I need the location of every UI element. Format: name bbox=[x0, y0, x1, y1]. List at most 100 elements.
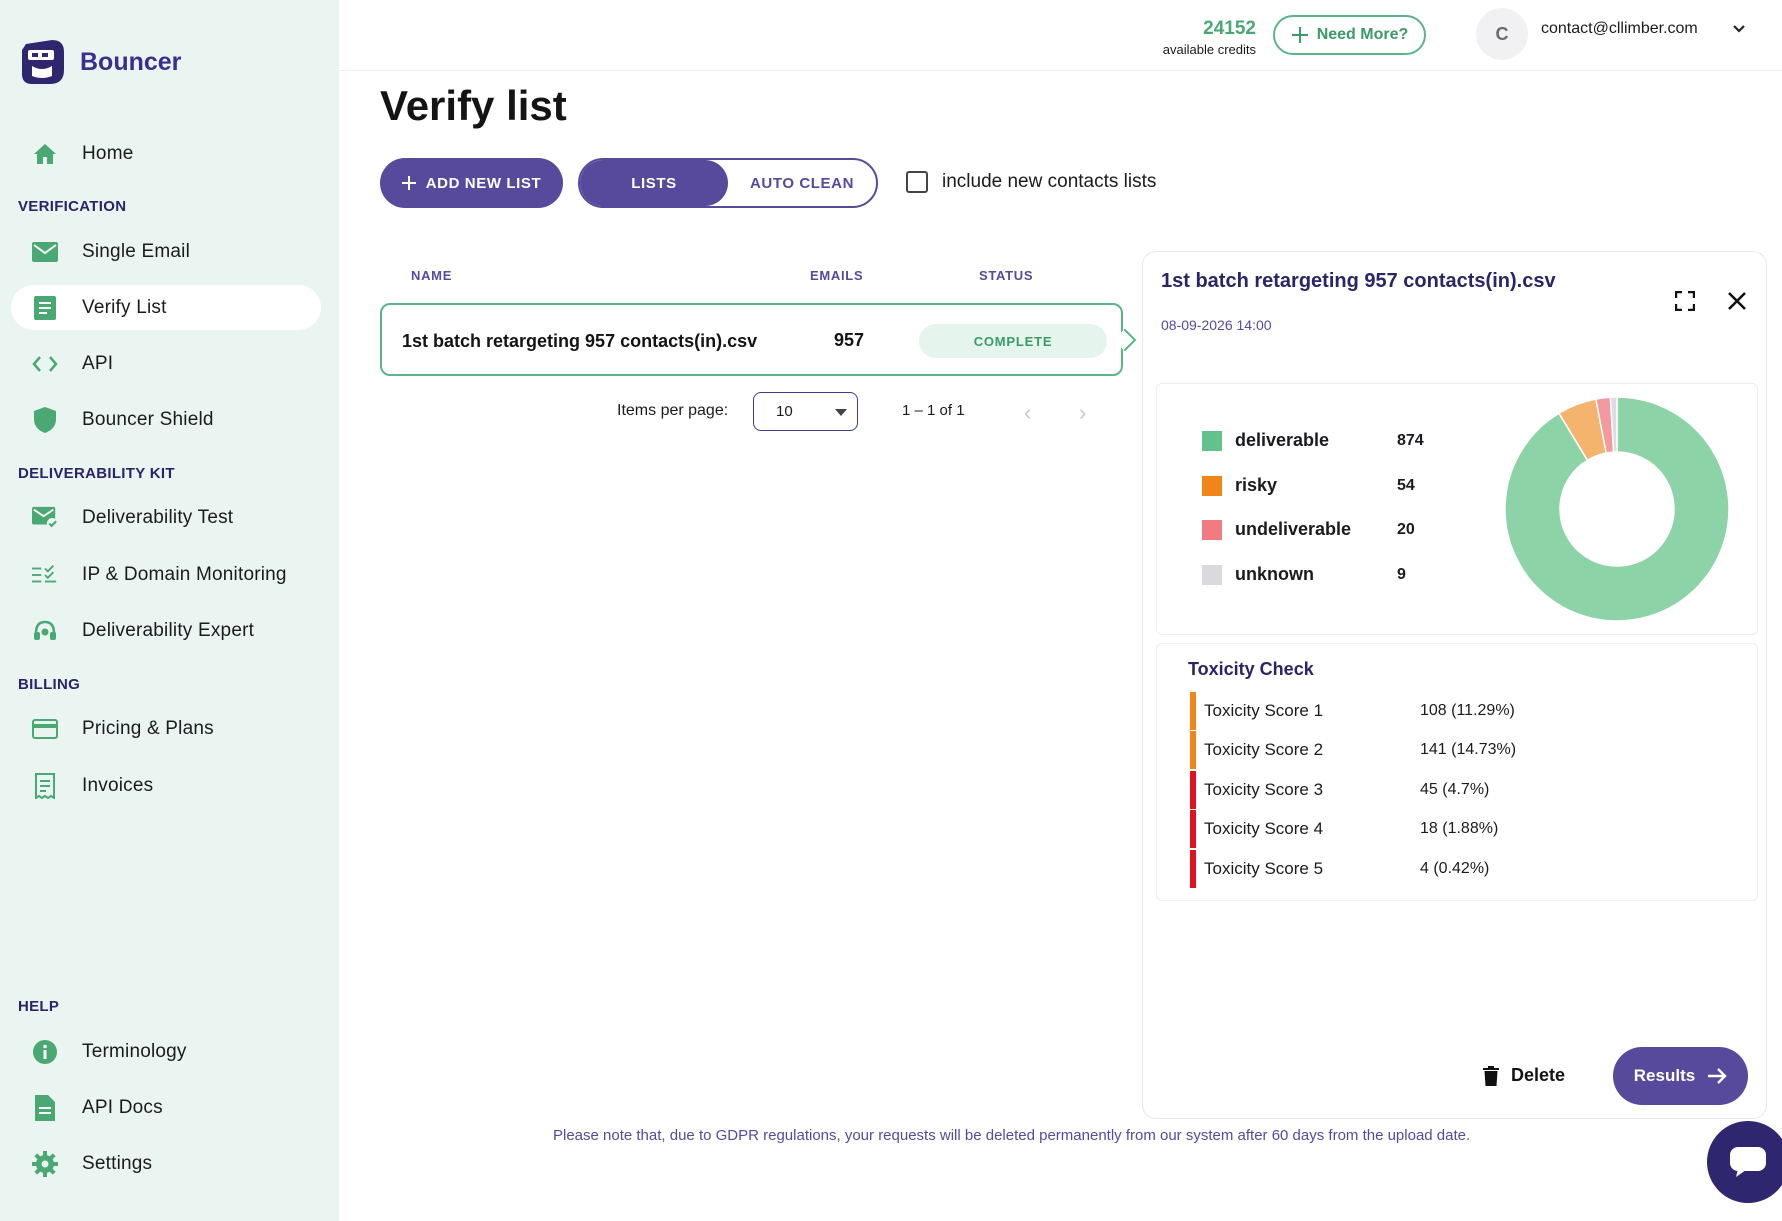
user-email[interactable]: contact@cllimber.com bbox=[1541, 20, 1698, 38]
legend-swatch bbox=[1202, 430, 1222, 451]
credits-label: available credits bbox=[1162, 42, 1256, 57]
caret-down-icon bbox=[835, 409, 847, 416]
include-new-contacts-label: include new contacts lists bbox=[942, 171, 1157, 192]
pager-prev-button[interactable]: ‹ bbox=[1024, 400, 1031, 426]
toxicity-label: Toxicity Score 2 bbox=[1204, 740, 1324, 759]
document-icon bbox=[32, 1094, 58, 1121]
sidebar-item-ip-domain-monitoring[interactable]: IP & Domain Monitoring bbox=[11, 552, 321, 597]
column-header-status: STATUS bbox=[979, 268, 1034, 283]
toxicity-value: 18 (1.88%) bbox=[1420, 820, 1499, 837]
sidebar-item-deliverability-test[interactable]: Deliverability Test bbox=[11, 495, 321, 540]
add-new-list-button[interactable]: ADD NEW LIST bbox=[380, 158, 563, 208]
legend-label: unknown bbox=[1235, 564, 1314, 584]
plus-icon bbox=[401, 176, 416, 190]
toxicity-row: Toxicity Score 1 108 (11.29%) bbox=[1190, 692, 1515, 730]
results-button[interactable]: Results bbox=[1613, 1047, 1748, 1105]
column-header-emails: EMAILS bbox=[810, 268, 864, 283]
mail-icon bbox=[32, 239, 58, 265]
bouncer-logo-icon bbox=[22, 40, 64, 84]
pager-range: 1 – 1 of 1 bbox=[902, 402, 965, 419]
toxicity-bar bbox=[1190, 771, 1196, 809]
view-toggle: LISTS AUTO CLEAN bbox=[578, 158, 878, 208]
legend-swatch bbox=[1202, 519, 1222, 540]
toxicity-label: Toxicity Score 3 bbox=[1204, 780, 1324, 799]
brand-name: Bouncer bbox=[80, 47, 182, 76]
toxicity-row: Toxicity Score 3 45 (4.7%) bbox=[1190, 771, 1489, 809]
sidebar-item-api[interactable]: API bbox=[11, 341, 321, 386]
chat-button[interactable] bbox=[1707, 1121, 1782, 1203]
list-detail-panel: 1st batch retargeting 957 contacts(in).c… bbox=[1142, 251, 1767, 1119]
row-emails: 957 bbox=[834, 330, 865, 350]
sidebar-item-label: Pricing & Plans bbox=[82, 717, 214, 739]
results-card: deliverable 874 risky 54 undeliverable 2… bbox=[1156, 383, 1758, 635]
mail-check-icon bbox=[32, 505, 58, 531]
credits: 24152 available credits bbox=[1144, 18, 1256, 57]
sidebar-item-label: Deliverability Expert bbox=[82, 619, 255, 641]
toxicity-bar bbox=[1190, 850, 1196, 888]
headset-icon bbox=[32, 618, 58, 644]
chevron-down-icon[interactable] bbox=[1732, 24, 1746, 34]
toxicity-label: Toxicity Score 4 bbox=[1204, 819, 1324, 838]
need-more-label: Need More? bbox=[1316, 26, 1409, 43]
legend-value: 20 bbox=[1397, 520, 1415, 538]
sidebar-item-label: API Docs bbox=[82, 1096, 163, 1118]
home-icon bbox=[32, 141, 58, 167]
avatar[interactable]: C bbox=[1476, 8, 1528, 60]
list-icon bbox=[32, 295, 58, 321]
items-per-page-label: Items per page: bbox=[617, 402, 729, 419]
results-label: Results bbox=[1633, 1066, 1696, 1085]
gear-icon bbox=[32, 1150, 58, 1177]
checklist-icon bbox=[32, 562, 58, 588]
toxicity-row: Toxicity Score 4 18 (1.88%) bbox=[1190, 810, 1498, 848]
trash-icon bbox=[1483, 1065, 1499, 1086]
toggle-lists[interactable]: LISTS bbox=[580, 160, 728, 206]
toxicity-label: Toxicity Score 1 bbox=[1204, 701, 1324, 720]
expand-icon[interactable] bbox=[1675, 291, 1695, 311]
legend-risky: risky 54 bbox=[1202, 475, 1415, 496]
sidebar-item-single-email[interactable]: Single Email bbox=[11, 229, 321, 274]
shield-icon bbox=[32, 406, 58, 433]
column-header-name: NAME bbox=[411, 268, 453, 283]
chat-icon bbox=[1730, 1147, 1766, 1177]
delete-button[interactable]: Delete bbox=[1483, 1065, 1565, 1086]
include-new-contacts-checkbox[interactable] bbox=[906, 171, 928, 193]
receipt-icon bbox=[32, 772, 58, 799]
items-per-page-select[interactable]: 10 bbox=[753, 392, 858, 431]
sidebar-item-api-docs[interactable]: API Docs bbox=[11, 1085, 321, 1130]
sidebar-item-terminology[interactable]: Terminology bbox=[11, 1029, 321, 1074]
sidebar-item-deliverability-expert[interactable]: Deliverability Expert bbox=[11, 608, 321, 653]
legend-undeliverable: undeliverable 20 bbox=[1202, 519, 1415, 540]
credits-count: 24152 bbox=[1203, 18, 1256, 39]
include-new-contacts: include new contacts lists bbox=[906, 171, 1156, 193]
need-more-button[interactable]: Need More? bbox=[1273, 15, 1426, 55]
panel-title: 1st batch retargeting 957 contacts(in).c… bbox=[1161, 270, 1556, 292]
sidebar-item-home[interactable]: Home bbox=[11, 131, 321, 176]
pager-next-button[interactable]: › bbox=[1079, 400, 1086, 426]
close-icon[interactable] bbox=[1727, 291, 1747, 311]
brand[interactable]: Bouncer bbox=[18, 36, 181, 88]
status-badge: COMPLETE bbox=[919, 324, 1107, 358]
toxicity-bar bbox=[1190, 731, 1196, 769]
legend-deliverable: deliverable 874 bbox=[1202, 430, 1424, 451]
delete-label: Delete bbox=[1511, 1065, 1566, 1085]
legend-label: undeliverable bbox=[1235, 519, 1352, 539]
section-title-deliverability: DELIVERABILITY KIT bbox=[18, 465, 175, 482]
sidebar-item-label: Terminology bbox=[82, 1040, 187, 1062]
row-name: 1st batch retargeting 957 contacts(in).c… bbox=[402, 331, 758, 351]
toxicity-value: 45 (4.7%) bbox=[1420, 781, 1490, 798]
toggle-auto-clean[interactable]: AUTO CLEAN bbox=[728, 160, 876, 206]
toxicity-title: Toxicity Check bbox=[1188, 659, 1314, 679]
sidebar-item-invoices[interactable]: Invoices bbox=[11, 763, 321, 808]
code-icon bbox=[32, 351, 58, 377]
info-icon bbox=[32, 1039, 58, 1065]
toxicity-value: 141 (14.73%) bbox=[1420, 741, 1517, 758]
sidebar-item-bouncer-shield[interactable]: Bouncer Shield bbox=[11, 397, 321, 442]
sidebar-item-verify-list[interactable]: Verify List bbox=[11, 285, 321, 330]
table-row[interactable]: 1st batch retargeting 957 contacts(in).c… bbox=[380, 303, 1137, 376]
sidebar-item-settings[interactable]: Settings bbox=[11, 1141, 321, 1186]
sidebar-item-label: IP & Domain Monitoring bbox=[82, 563, 287, 585]
sidebar-item-label: Settings bbox=[82, 1152, 153, 1174]
sidebar-item-pricing-plans[interactable]: Pricing & Plans bbox=[11, 706, 321, 751]
arrow-right-icon bbox=[1708, 1068, 1727, 1084]
sidebar-item-label: Home bbox=[82, 142, 134, 164]
